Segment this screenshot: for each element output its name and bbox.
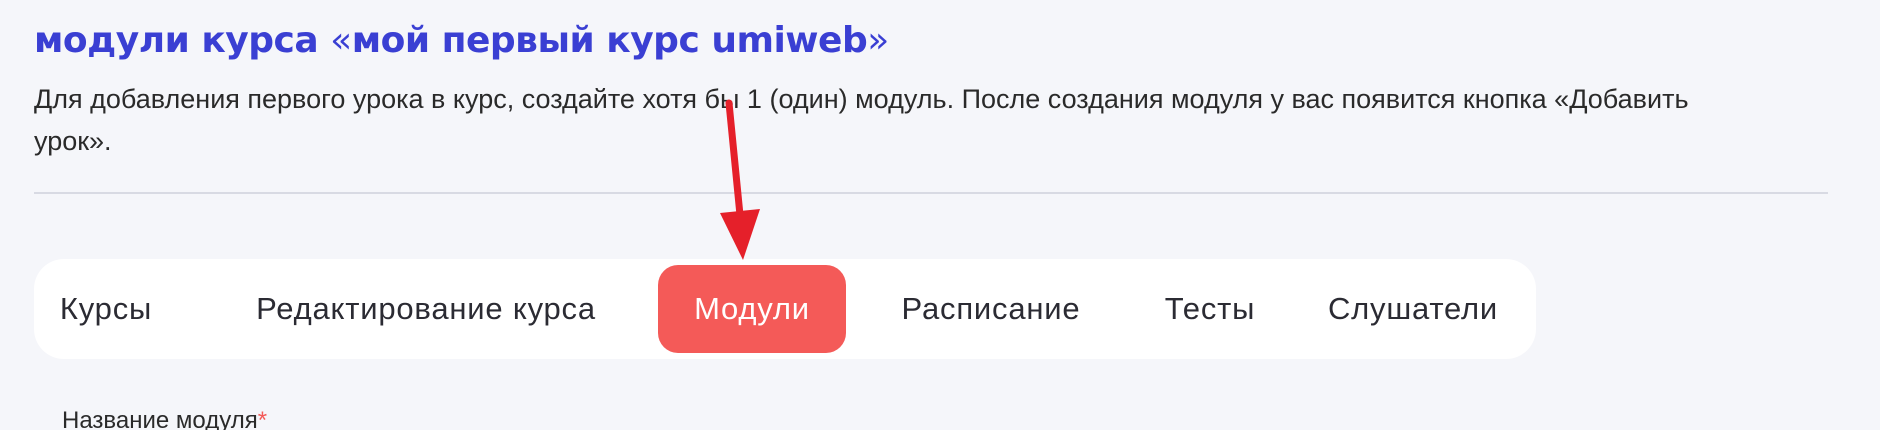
page-title: модули курса «мой первый курс umiweb» [34, 20, 889, 61]
divider [34, 192, 1828, 194]
arrow-down-icon [720, 99, 760, 260]
course-name: мой первый курс umiweb [351, 20, 868, 61]
tab-tests[interactable]: Тесты [1140, 265, 1280, 353]
page-description: Для добавления первого урока в курс, соз… [34, 84, 1689, 156]
page-title-prefix: модули курса [34, 20, 331, 61]
tab-courses[interactable]: Курсы [36, 265, 176, 353]
quote-open: « [330, 20, 352, 61]
page: модули курса «мой первый курс umiweb» Дл… [0, 0, 1880, 430]
tab-listeners[interactable]: Слушатели [1310, 265, 1516, 353]
tab-modules[interactable]: Модули [658, 265, 846, 353]
module-name-label-text: Название модуля [62, 407, 258, 430]
tab-schedule[interactable]: Расписание [876, 265, 1106, 353]
module-name-label: Название модуля* [62, 407, 267, 430]
quote-close: » [867, 20, 889, 61]
required-asterisk: * [257, 407, 268, 430]
tab-edit-course[interactable]: Редактирование курса [236, 265, 616, 353]
course-tabs: Курсы Редактирование курса Модули Распис… [34, 259, 1536, 359]
